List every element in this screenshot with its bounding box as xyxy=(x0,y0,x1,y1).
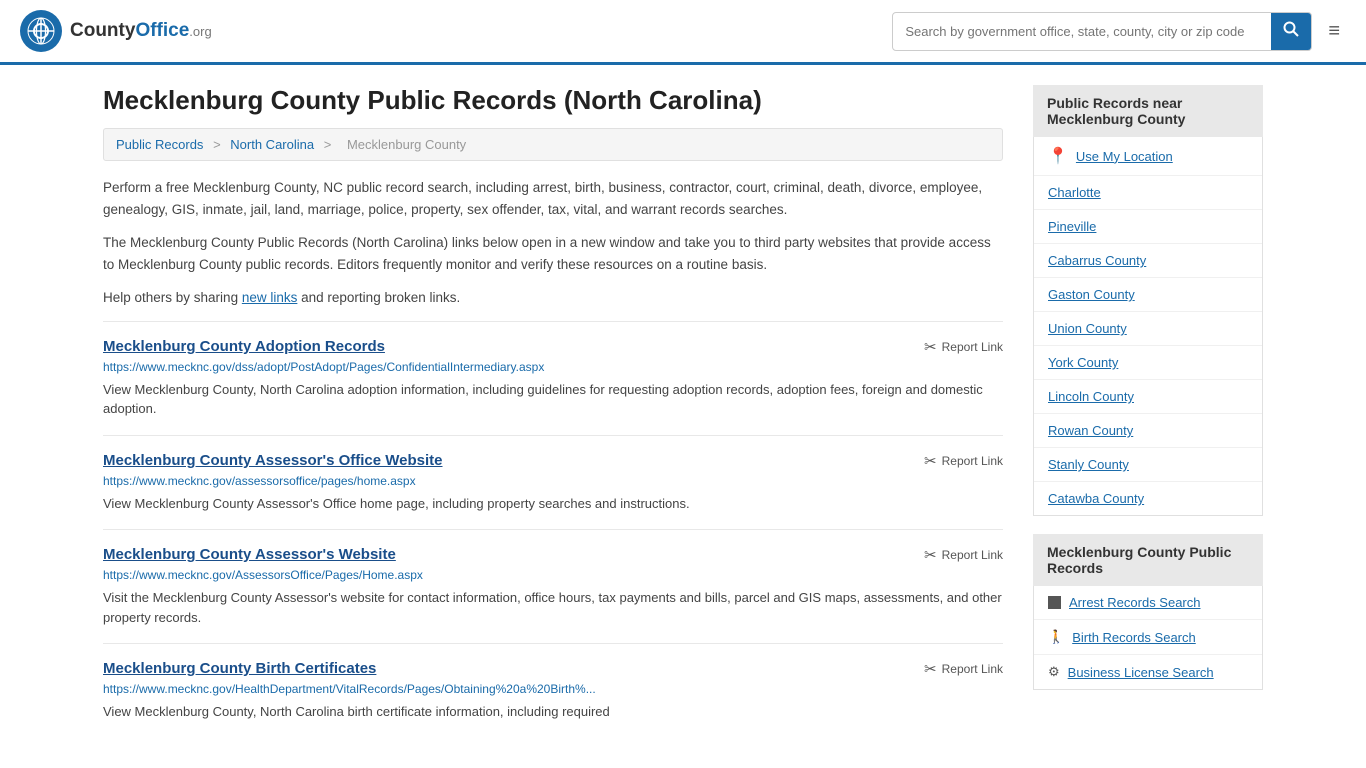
search-bar xyxy=(892,12,1312,51)
location-pin-icon: 📍 xyxy=(1048,146,1068,166)
lincoln-county-link[interactable]: Lincoln County xyxy=(1048,389,1134,404)
record-item-header: Mecklenburg County Adoption Records ✂ Re… xyxy=(103,338,1003,356)
stanly-county-link[interactable]: Stanly County xyxy=(1048,457,1129,472)
record-desc: View Mecklenburg County, North Carolina … xyxy=(103,702,1003,722)
report-link-button[interactable]: ✂ Report Link xyxy=(924,338,1003,356)
report-icon: ✂ xyxy=(924,338,937,356)
sidebar-records-title: Mecklenburg County Public Records xyxy=(1033,534,1263,586)
york-county-link[interactable]: York County xyxy=(1048,355,1118,370)
record-url[interactable]: https://www.mecknc.gov/assessorsoffice/p… xyxy=(103,474,1003,488)
record-url[interactable]: https://www.mecknc.gov/dss/adopt/PostAdo… xyxy=(103,360,1003,374)
record-desc: View Mecklenburg County, North Carolina … xyxy=(103,380,1003,419)
catawba-county-link[interactable]: Catawba County xyxy=(1048,491,1144,506)
new-links-link[interactable]: new links xyxy=(242,290,298,305)
breadcrumb-link-public-records[interactable]: Public Records xyxy=(116,137,203,152)
gaston-county-link[interactable]: Gaston County xyxy=(1048,287,1135,302)
menu-button[interactable]: ≡ xyxy=(1322,14,1346,49)
sidebar-item-gaston-county[interactable]: Gaston County xyxy=(1034,278,1262,312)
record-url[interactable]: https://www.mecknc.gov/HealthDepartment/… xyxy=(103,682,1003,696)
breadcrumb-current: Mecklenburg County xyxy=(347,137,466,152)
description-2: The Mecklenburg County Public Records (N… xyxy=(103,232,1003,275)
business-license-link[interactable]: Business License Search xyxy=(1068,665,1214,680)
union-county-link[interactable]: Union County xyxy=(1048,321,1127,336)
sidebar-item-stanly-county[interactable]: Stanly County xyxy=(1034,448,1262,482)
record-item: Mecklenburg County Assessor's Office Web… xyxy=(103,435,1003,530)
use-my-location-link[interactable]: Use My Location xyxy=(1076,149,1173,164)
report-icon: ✂ xyxy=(924,452,937,470)
sidebar-item-york-county[interactable]: York County xyxy=(1034,346,1262,380)
breadcrumb: Public Records > North Carolina > Meckle… xyxy=(103,128,1003,161)
sidebar-nearby-title: Public Records near Mecklenburg County xyxy=(1033,85,1263,137)
breadcrumb-sep-2: > xyxy=(324,137,335,152)
logo-area: CountyOffice.org xyxy=(20,10,212,52)
record-item: Mecklenburg County Assessor's Website ✂ … xyxy=(103,529,1003,643)
report-link-button[interactable]: ✂ Report Link xyxy=(924,546,1003,564)
description-3: Help others by sharing new links and rep… xyxy=(103,287,1003,309)
search-button[interactable] xyxy=(1271,13,1311,50)
header: CountyOffice.org ≡ xyxy=(0,0,1366,65)
breadcrumb-link-north-carolina[interactable]: North Carolina xyxy=(230,137,314,152)
record-item-header: Mecklenburg County Birth Certificates ✂ … xyxy=(103,660,1003,678)
main-container: Mecklenburg County Public Records (North… xyxy=(83,65,1283,758)
gear-icon: ⚙ xyxy=(1048,664,1060,680)
logo-icon xyxy=(20,10,62,52)
sidebar-item-union-county[interactable]: Union County xyxy=(1034,312,1262,346)
description-1: Perform a free Mecklenburg County, NC pu… xyxy=(103,177,1003,220)
record-desc: View Mecklenburg County Assessor's Offic… xyxy=(103,494,1003,514)
record-title-link[interactable]: Mecklenburg County Birth Certificates xyxy=(103,660,376,677)
pineville-link[interactable]: Pineville xyxy=(1048,219,1096,234)
sidebar-item-use-my-location[interactable]: 📍 Use My Location xyxy=(1034,137,1262,176)
breadcrumb-sep-1: > xyxy=(213,137,224,152)
records-list: Mecklenburg County Adoption Records ✂ Re… xyxy=(103,321,1003,738)
arrest-icon xyxy=(1048,596,1061,609)
charlotte-link[interactable]: Charlotte xyxy=(1048,185,1101,200)
record-title-link[interactable]: Mecklenburg County Assessor's Office Web… xyxy=(103,452,443,469)
sidebar-business-license[interactable]: ⚙ Business License Search xyxy=(1034,655,1262,689)
page-title: Mecklenburg County Public Records (North… xyxy=(103,85,1003,116)
content-area: Mecklenburg County Public Records (North… xyxy=(103,85,1003,738)
birth-records-link[interactable]: Birth Records Search xyxy=(1072,630,1196,645)
record-title-link[interactable]: Mecklenburg County Adoption Records xyxy=(103,338,385,355)
record-desc: Visit the Mecklenburg County Assessor's … xyxy=(103,588,1003,627)
report-icon: ✂ xyxy=(924,546,937,564)
logo-text: CountyOffice.org xyxy=(70,20,212,42)
sidebar-item-charlotte[interactable]: Charlotte xyxy=(1034,176,1262,210)
header-right: ≡ xyxy=(892,12,1346,51)
sidebar-birth-records[interactable]: 🚶 Birth Records Search xyxy=(1034,620,1262,655)
report-link-button[interactable]: ✂ Report Link xyxy=(924,660,1003,678)
sidebar-item-catawba-county[interactable]: Catawba County xyxy=(1034,482,1262,515)
sidebar-item-lincoln-county[interactable]: Lincoln County xyxy=(1034,380,1262,414)
report-link-button[interactable]: ✂ Report Link xyxy=(924,452,1003,470)
report-icon: ✂ xyxy=(924,660,937,678)
sidebar-item-cabarrus-county[interactable]: Cabarrus County xyxy=(1034,244,1262,278)
sidebar-item-rowan-county[interactable]: Rowan County xyxy=(1034,414,1262,448)
record-item-header: Mecklenburg County Assessor's Website ✂ … xyxy=(103,546,1003,564)
sidebar: Public Records near Mecklenburg County 📍… xyxy=(1033,85,1263,738)
record-url[interactable]: https://www.mecknc.gov/AssessorsOffice/P… xyxy=(103,568,1003,582)
cabarrus-county-link[interactable]: Cabarrus County xyxy=(1048,253,1146,268)
record-item: Mecklenburg County Birth Certificates ✂ … xyxy=(103,643,1003,738)
record-item-header: Mecklenburg County Assessor's Office Web… xyxy=(103,452,1003,470)
sidebar-item-pineville[interactable]: Pineville xyxy=(1034,210,1262,244)
person-icon: 🚶 xyxy=(1048,629,1064,645)
sidebar-arrest-records[interactable]: Arrest Records Search xyxy=(1034,586,1262,620)
rowan-county-link[interactable]: Rowan County xyxy=(1048,423,1133,438)
sidebar-nearby-list: 📍 Use My Location Charlotte Pineville Ca… xyxy=(1033,137,1263,516)
search-input[interactable] xyxy=(893,16,1271,47)
record-title-link[interactable]: Mecklenburg County Assessor's Website xyxy=(103,546,396,563)
record-item: Mecklenburg County Adoption Records ✂ Re… xyxy=(103,321,1003,435)
sidebar-records-list: Arrest Records Search 🚶 Birth Records Se… xyxy=(1033,586,1263,690)
arrest-records-link[interactable]: Arrest Records Search xyxy=(1069,595,1201,610)
